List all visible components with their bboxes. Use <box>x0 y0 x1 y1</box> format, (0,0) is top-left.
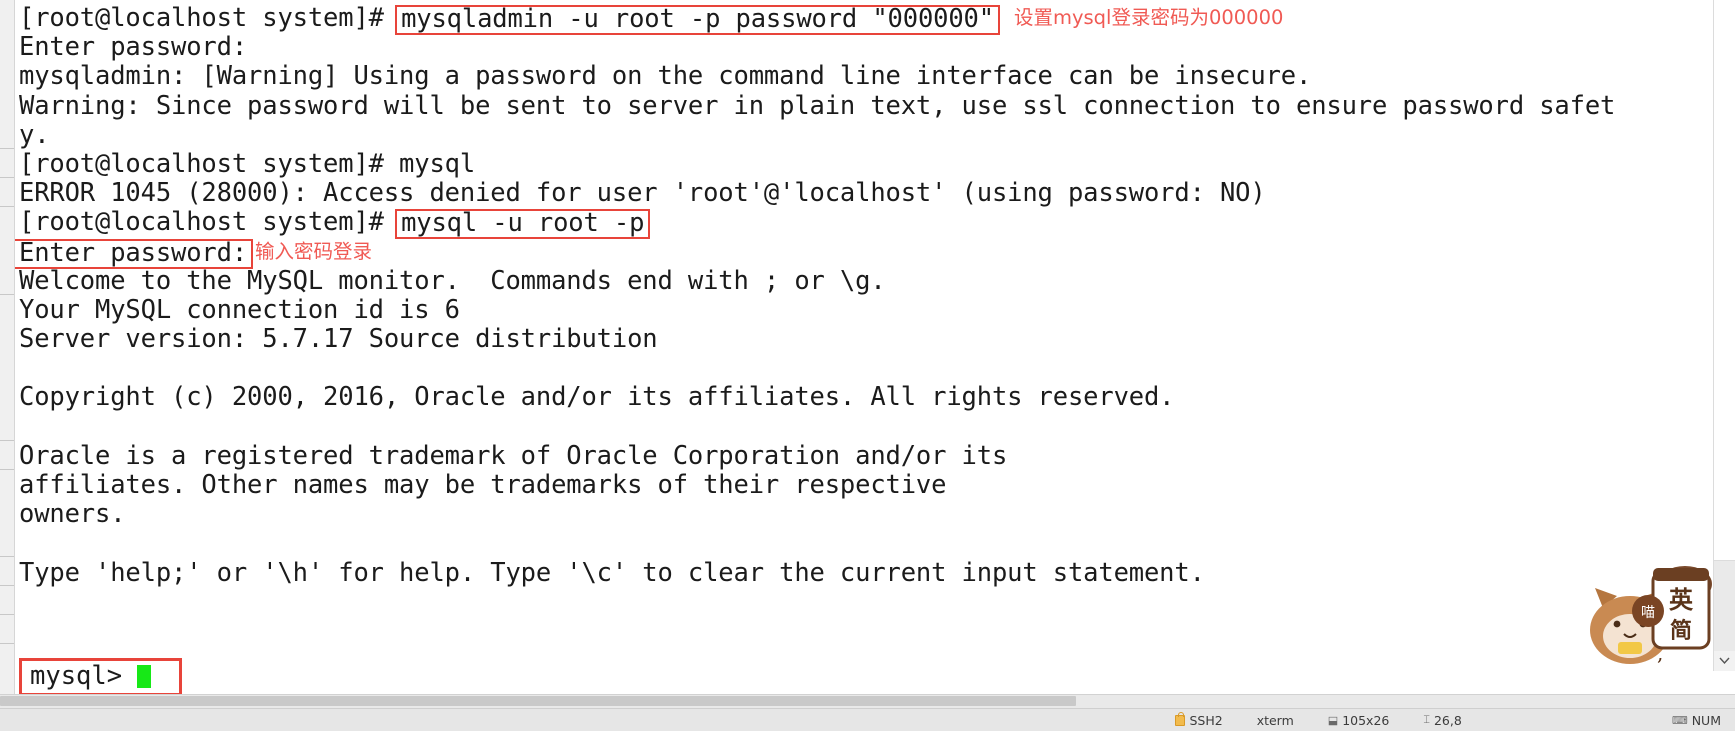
status-bar: SSH2 xterm ⬓ 105x26 ⌶ 26,8 ⌨ NUM <box>0 708 1735 731</box>
status-num-label: NUM <box>1691 712 1721 728</box>
terminal-line: owners. <box>19 499 126 530</box>
resize-icon: ⬓ <box>1327 713 1339 727</box>
terminal-line: Your MySQL connection id is 6 <box>19 294 460 325</box>
status-num-indicator[interactable]: ⌨ NUM <box>1672 713 1721 728</box>
terminal-screen-area: [root@localhost system]# mysqladmin -u r… <box>0 0 1735 694</box>
scroll-down-icon[interactable] <box>1714 651 1735 671</box>
highlighted-command: mysqladmin -u root -p password "000000" <box>395 5 1000 35</box>
vertical-scrollbar[interactable] <box>1713 0 1735 671</box>
terminal-line-text: [root@localhost system]# <box>19 207 400 238</box>
terminal-line: Enter password: 输入密码登录 <box>15 238 1735 269</box>
status-screen-size[interactable]: ⬓ 105x26 <box>1328 713 1390 728</box>
status-screen-size-label: 105x26 <box>1342 712 1390 728</box>
status-protocol-label: SSH2 <box>1189 712 1223 728</box>
vertical-scrollbar-thumb[interactable] <box>1714 0 1735 561</box>
status-emulation[interactable]: xterm <box>1257 713 1294 728</box>
terminal-line: Enter password: <box>19 32 248 63</box>
highlighted-command: mysql -u root -p <box>395 209 651 240</box>
annotation-label: 设置mysql登录密码为000000 <box>1013 6 1284 29</box>
text-cursor <box>137 665 152 688</box>
highlighted-prompt: Enter password: <box>15 238 254 269</box>
terminal-line-text: [root@localhost system]# <box>19 3 400 33</box>
terminal-line: Copyright (c) 2000, 2016, Oracle and/or … <box>19 382 1175 413</box>
terminal-output[interactable]: [root@localhost system]# mysqladmin -u r… <box>15 0 1735 694</box>
status-cursor-position[interactable]: ⌶ 26,8 <box>1423 713 1461 728</box>
terminal-window: [root@localhost system]# mysqladmin -u r… <box>0 0 1735 731</box>
mysql-prompt-text: mysql> <box>30 661 138 691</box>
terminal-line: Welcome to the MySQL monitor. Commands e… <box>19 265 886 296</box>
terminal-line: Warning: Since password will be sent to … <box>19 90 1616 121</box>
cursor-position-icon: ⌶ <box>1423 713 1430 726</box>
status-cursor-position-label: 26,8 <box>1433 712 1462 728</box>
terminal-line: mysqladmin: [Warning] Using a password o… <box>19 61 1312 92</box>
mysql-prompt-box[interactable]: mysql> <box>19 658 183 694</box>
terminal-left-gutter <box>0 0 15 694</box>
status-emulation-label: xterm <box>1256 712 1294 728</box>
horizontal-scrollbar-thumb[interactable] <box>0 696 1076 706</box>
keyboard-icon: ⌨ <box>1671 713 1688 727</box>
lock-icon <box>1175 711 1186 726</box>
terminal-prompt-row[interactable]: mysql> <box>19 658 183 694</box>
status-protocol[interactable]: SSH2 <box>1175 711 1223 728</box>
terminal-line: Server version: 5.7.17 Source distributi… <box>19 324 658 355</box>
terminal-line: affiliates. Other names may be trademark… <box>19 470 947 500</box>
terminal-line: [root@localhost system]# mysql -u root -… <box>19 207 1735 240</box>
terminal-line: y. <box>19 119 50 150</box>
terminal-line: Type 'help;' or '\h' for help. Type '\c'… <box>19 557 1205 588</box>
terminal-line: ERROR 1045 (28000): Access denied for us… <box>19 178 1266 209</box>
horizontal-scrollbar[interactable] <box>0 694 1735 708</box>
vertical-scrollbar-track[interactable] <box>1714 561 1735 651</box>
terminal-line: Oracle is a registered trademark of Orac… <box>19 440 1008 471</box>
terminal-line: [root@localhost system]# mysqladmin -u r… <box>19 3 1735 35</box>
annotation-label: 输入密码登录 <box>255 239 373 263</box>
terminal-line: [root@localhost system]# mysql <box>19 148 476 179</box>
